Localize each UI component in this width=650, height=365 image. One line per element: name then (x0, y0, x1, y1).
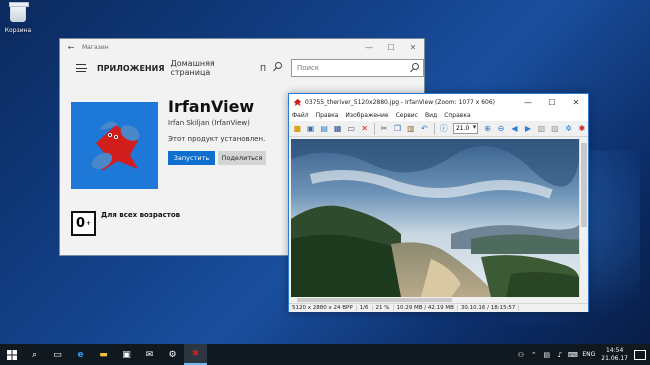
share-button[interactable]: Поделиться (218, 151, 266, 165)
menu-view[interactable]: Вид (425, 112, 437, 119)
irfanview-logo-button-icon[interactable]: ✱ (576, 122, 588, 135)
app-tile (71, 102, 158, 189)
task-view-icon[interactable]: ▭ (46, 344, 69, 365)
thumbnails-icon[interactable]: ▤ (318, 122, 330, 135)
first-page-icon[interactable]: ▧ (535, 122, 547, 135)
keyboard-icon[interactable]: ⌨ (566, 351, 579, 359)
system-tray: ⚇ ⌃ ▤ ♪ ⌨ ENG 14:54 21.06.17 (514, 344, 650, 365)
clock[interactable]: 14:54 21.06.17 (601, 347, 628, 363)
menu-edit[interactable]: Правка (316, 112, 339, 119)
zoom-in-icon[interactable]: ⊕ (481, 122, 493, 135)
store-maximize-button[interactable]: ☐ (380, 39, 402, 55)
status-dimensions: 5120 x 2880 x 24 BPP (289, 305, 357, 311)
irfanview-taskbar-icon[interactable]: ✱ (184, 344, 207, 365)
settings-taskbar-icon[interactable]: ⚙ (161, 344, 184, 365)
info-icon[interactable]: ⓘ (437, 122, 449, 135)
menu-options[interactable]: Сервис (396, 112, 418, 119)
recycle-bin-icon (9, 2, 29, 22)
store-taskbar-icon[interactable]: ▣ (115, 344, 138, 365)
clock-time: 14:54 (605, 346, 624, 354)
search-icon[interactable] (407, 60, 423, 76)
age-rating-plus: + (86, 220, 92, 227)
zoom-select-value: 21.0 (455, 125, 470, 132)
recycle-bin-desktop-icon[interactable]: Корзина (4, 2, 32, 34)
search-box (290, 59, 424, 77)
age-rating-text: Для всех возрастов (101, 211, 181, 219)
irfanview-toolbar: ■ ▣ ▤ ▦ ▭ ✕ ✂ ❐ ▥ ↶ ⓘ 21.0 ⊕ ⊖ ◀ ▶ ▧ ▨ ✲… (289, 121, 588, 137)
store-titlebar: ← Магазин — ☐ ✕ (60, 39, 424, 55)
show-hidden-icons-icon[interactable]: ⌃ (527, 351, 540, 359)
irfanview-close-button[interactable]: ✕ (564, 94, 588, 110)
volume-icon[interactable]: ♪ (553, 351, 566, 359)
language-indicator[interactable]: ENG (582, 351, 595, 358)
status-zoom: 21 % (373, 305, 394, 311)
age-rating-badge: 0 + (71, 211, 96, 236)
irfanview-menubar: Файл Правка Изображение Сервис Вид Справ… (289, 110, 588, 121)
store-window-title: Магазин (82, 43, 109, 51)
search-input[interactable] (296, 64, 407, 72)
edge-icon[interactable]: e (69, 344, 92, 365)
image-viewport[interactable] (291, 139, 579, 297)
menu-file[interactable]: Файл (292, 112, 309, 119)
toolbar-separator (373, 122, 375, 135)
slideshow-icon[interactable]: ▣ (304, 122, 316, 135)
file-explorer-icon[interactable]: ▬ (92, 344, 115, 365)
store-minimize-button[interactable]: — (358, 39, 380, 55)
nav-more-tab[interactable]: П (260, 64, 266, 73)
irfanview-app-icon[interactable] (289, 98, 305, 107)
irfanview-window: 03755_theriver_5120x2880.jpg - IrfanView… (288, 93, 589, 312)
print-icon[interactable]: ▭ (345, 122, 357, 135)
copy-icon[interactable]: ❐ (391, 122, 403, 135)
back-arrow-icon[interactable]: ← (60, 43, 82, 52)
status-date: 30.10.16 / 18:15:57 (458, 305, 520, 311)
recycle-bin-label: Корзина (4, 27, 32, 34)
menu-help[interactable]: Справка (444, 112, 470, 119)
nav-apps-tab[interactable]: ПРИЛОЖЕНИЯ (97, 64, 165, 73)
open-folder-icon[interactable]: ■ (291, 122, 303, 135)
toolbar-separator (433, 122, 435, 135)
clock-date: 21.06.17 (601, 354, 628, 362)
taskbar: ⌕ ▭ e ▬ ▣ ✉ ⚙ ✱ ⚇ ⌃ ▤ ♪ ⌨ ENG 14:54 21.0… (0, 344, 650, 365)
save-icon[interactable]: ▦ (331, 122, 343, 135)
app-install-status: Этот продукт установлен. (168, 135, 266, 143)
vertical-scrollbar[interactable] (579, 139, 588, 297)
irfanview-window-title: 03755_theriver_5120x2880.jpg - IrfanView… (305, 98, 496, 106)
start-button[interactable] (0, 344, 23, 365)
status-memory: 10.29 MB / 42.19 MB (394, 305, 458, 311)
status-index: 1/6 (357, 305, 373, 311)
zoom-select[interactable]: 21.0 (452, 123, 479, 134)
zoom-out-icon[interactable]: ⊖ (495, 122, 507, 135)
windows-logo-icon (6, 349, 17, 360)
landscape-image (291, 139, 579, 297)
launch-button[interactable]: Запустить (168, 151, 215, 165)
network-icon[interactable]: ▤ (540, 351, 553, 359)
notification-center-icon[interactable] (634, 349, 646, 360)
irfanview-titlebar: 03755_theriver_5120x2880.jpg - IrfanView… (289, 94, 588, 110)
mail-icon[interactable]: ✉ (138, 344, 161, 365)
age-rating-value: 0 (75, 216, 85, 231)
irfanview-statusbar: 5120 x 2880 x 24 BPP 1/6 21 % 10.29 MB /… (289, 303, 588, 312)
previous-icon[interactable]: ◀ (508, 122, 520, 135)
next-icon[interactable]: ▶ (522, 122, 534, 135)
last-page-icon[interactable]: ▨ (549, 122, 561, 135)
people-icon[interactable]: ⚇ (514, 351, 527, 359)
app-publisher-link[interactable]: Irfan Skiljan (IrfanView) (168, 119, 250, 127)
store-nav: ПРИЛОЖЕНИЯ Домашняя страница П (60, 57, 424, 79)
nav-home-tab[interactable]: Домашняя страница (170, 59, 249, 77)
store-close-button[interactable]: ✕ (402, 39, 424, 55)
undo-icon[interactable]: ↶ (418, 122, 430, 135)
cut-icon[interactable]: ✂ (378, 122, 390, 135)
menu-image[interactable]: Изображение (345, 112, 388, 119)
nav-search-icon[interactable] (272, 62, 283, 74)
irfanview-maximize-button[interactable]: ☐ (540, 94, 564, 110)
taskbar-search-icon[interactable]: ⌕ (23, 344, 46, 365)
irfanview-logo-icon (91, 121, 139, 171)
app-title: IrfanView (168, 97, 255, 116)
hamburger-menu-icon[interactable] (76, 64, 87, 72)
irfanview-minimize-button[interactable]: — (516, 94, 540, 110)
settings-icon[interactable]: ✲ (562, 122, 574, 135)
paste-icon[interactable]: ▥ (405, 122, 417, 135)
delete-icon[interactable]: ✕ (358, 122, 370, 135)
